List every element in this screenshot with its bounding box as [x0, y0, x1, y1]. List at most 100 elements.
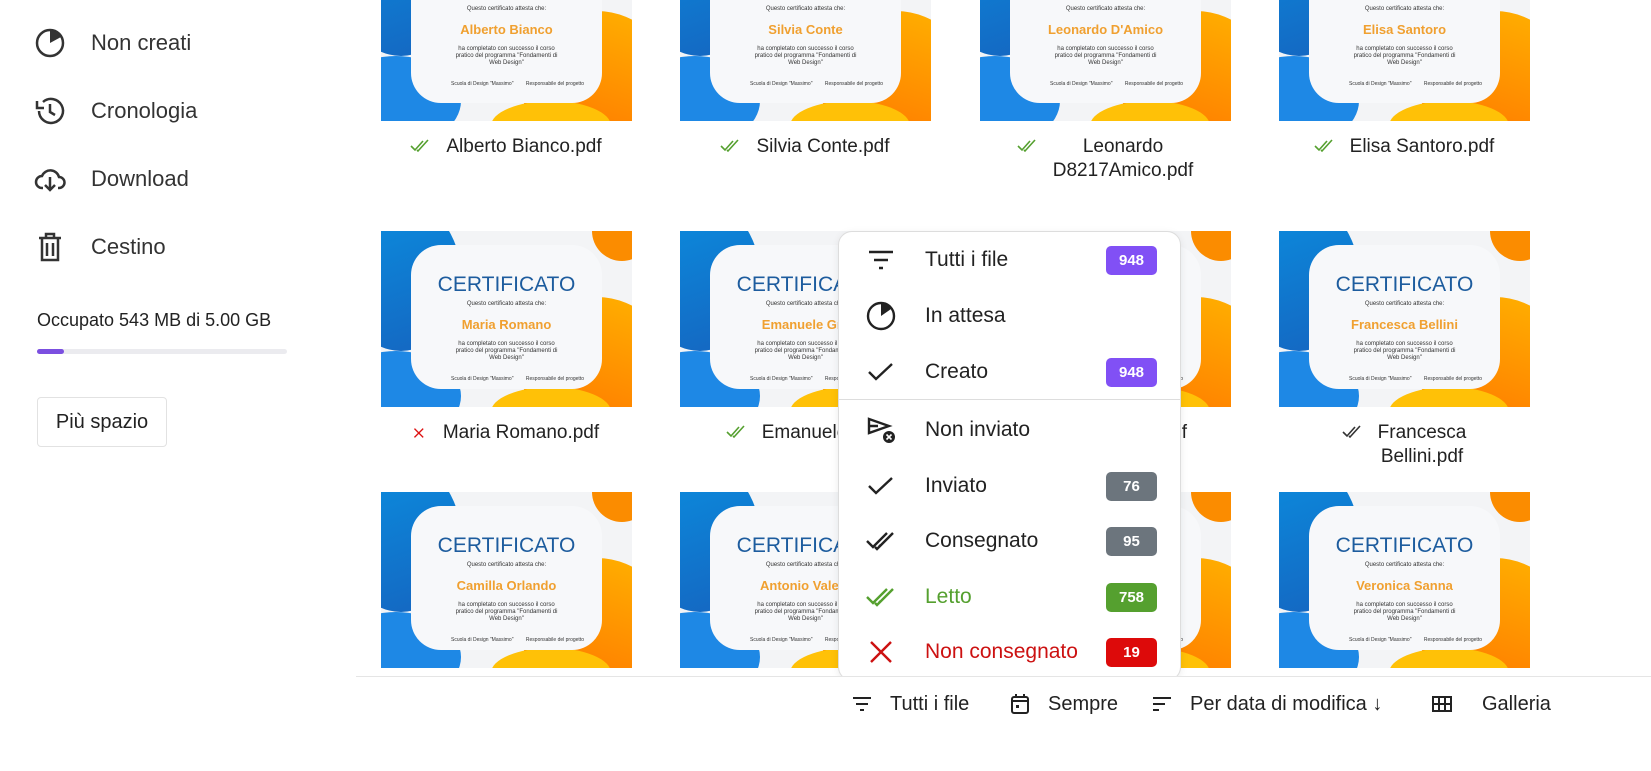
file-tile[interactable]: CERTIFICATO Questo certificato attesta c…: [973, 0, 1237, 183]
file-name: Alberto Bianco.pdf: [374, 135, 638, 159]
more-space-button[interactable]: Più spazio: [37, 397, 167, 447]
certificate-signature-left: Scuola di Design "Massimo": [451, 81, 514, 87]
certificate-body: ha completato con successo il corso prat…: [1054, 46, 1157, 66]
menu-item-tutti-i-file[interactable]: Tutti i file 948: [839, 234, 1180, 286]
certificate-title: CERTIFICATO: [437, 534, 576, 557]
sidebar-item-label: Download: [91, 166, 189, 191]
sort-label: Per data di modifica ↓: [1190, 692, 1383, 715]
file-name: Elisa Santoro.pdf: [1272, 135, 1536, 159]
view-mode-label: Galleria: [1482, 692, 1551, 715]
certificate-body: ha completato con successo il corso prat…: [1353, 341, 1456, 361]
certificate-thumbnail: CERTIFICATO Questo certificato attesta c…: [1279, 492, 1530, 668]
file-name-text: Elisa Santoro.pdf: [1349, 136, 1495, 157]
certificate-recipient: Camilla Orlando: [456, 578, 557, 593]
file-name-text: f: [1181, 422, 1187, 443]
double-check-icon: [726, 425, 745, 439]
x-icon: [413, 428, 424, 438]
certificate-title: CERTIFICATO: [1279, 0, 1530, 2]
menu-item-letto[interactable]: Letto 758: [839, 571, 1180, 623]
menu-item-label: Letto: [925, 585, 972, 608]
file-name-text: Maria Romano.pdf: [442, 422, 600, 443]
sidebar-item-label: Cestino: [91, 234, 166, 259]
certificate-thumbnail: CERTIFICATO Questo certificato attesta c…: [381, 492, 632, 668]
certificate-thumbnail: CERTIFICATO Questo certificato attesta c…: [381, 231, 632, 407]
certificate-recipient: Silvia Conte: [768, 22, 843, 37]
file-tile[interactable]: CERTIFICATO Questo certificato attesta c…: [374, 492, 638, 682]
certificate-title: CERTIFICATO: [437, 273, 576, 296]
storage-progress-bar: [37, 349, 287, 354]
certificate-recipient: Alberto Bianco: [460, 22, 553, 37]
sidebar-item-download[interactable]: Download: [34, 163, 189, 195]
certificate-recipient: Veronica Sanna: [1356, 578, 1453, 593]
menu-item-consegnato[interactable]: Consegnato 95: [839, 515, 1180, 567]
menu-item-label: Non inviato: [925, 418, 1031, 441]
file-tile[interactable]: CERTIFICATO Questo certificato attesta c…: [673, 0, 937, 159]
certificate-signature-right: Responsabile del progetto: [525, 376, 584, 382]
certificate-recipient: Elisa Santoro: [1362, 22, 1447, 37]
certificate-body: ha completato con successo il corso prat…: [754, 46, 857, 66]
sidebar-item-cestino[interactable]: Cestino: [34, 231, 166, 263]
count-badge: 95: [1106, 526, 1157, 556]
double-check-icon: [1342, 425, 1361, 439]
count-badge: 76: [1106, 471, 1157, 501]
filter-icon: [869, 250, 893, 270]
menu-item-inviato[interactable]: Inviato 76: [839, 460, 1180, 512]
menu-divider: [839, 399, 1180, 400]
sort-button[interactable]: Per data di modifica ↓: [1150, 692, 1382, 716]
filter-button[interactable]: Tutti i file: [850, 692, 969, 716]
check-icon: [868, 477, 893, 495]
count-badge: 19: [1106, 637, 1157, 667]
certificate-body: ha completato con successo il corso prat…: [455, 46, 558, 66]
certificate-thumbnail: CERTIFICATO Questo certificato attesta c…: [381, 0, 632, 121]
menu-item-label: Creato: [925, 360, 989, 383]
menu-item-non-inviato[interactable]: Non inviato: [839, 404, 1180, 456]
date-range-button[interactable]: Sempre: [1008, 692, 1118, 716]
file-tile[interactable]: CERTIFICATO Questo certificato attesta c…: [1272, 0, 1536, 159]
cloud-download-icon: [34, 169, 66, 192]
file-tile[interactable]: CERTIFICATO Questo certificato attesta c…: [1272, 492, 1536, 682]
file-tile[interactable]: CERTIFICATO Questo certificato attesta c…: [1272, 231, 1536, 469]
certificate-signature-right: Responsabile del progetto: [525, 81, 584, 87]
count-badge: 948: [1106, 357, 1157, 387]
grid-icon: [1432, 696, 1452, 712]
menu-item-creato[interactable]: Creato 948: [839, 346, 1180, 398]
menu-item-non-consegnato[interactable]: Non consegnato 19: [839, 626, 1180, 678]
certificate-subtitle: Questo certificato attesta che:: [466, 301, 547, 307]
certificate-thumbnail: CERTIFICATO Questo certificato attesta c…: [1279, 231, 1530, 407]
x-icon: [870, 641, 892, 663]
sidebar-item-cronologia[interactable]: Cronologia: [34, 95, 197, 127]
pie-clock-icon: [35, 28, 65, 58]
sidebar-item-non-creati[interactable]: Non creati: [34, 27, 191, 59]
certificate-signature-left: Scuola di Design "Massimo": [1349, 637, 1412, 643]
certificate-body: ha completato con successo il corso prat…: [1353, 602, 1456, 622]
file-tile[interactable]: CERTIFICATO Questo certificato attesta c…: [374, 231, 638, 445]
double-check-icon: [866, 588, 894, 607]
file-name-text: Alberto Bianco.pdf: [446, 136, 602, 157]
certificate-thumbnail: CERTIFICATO Questo certificato attesta c…: [680, 0, 931, 121]
menu-item-label: Consegnato: [925, 529, 1039, 552]
status-filter-menu: Tutti i file 948 In attesa Creato 948 No…: [838, 231, 1181, 681]
sidebar-item-label: Non creati: [91, 30, 192, 55]
certificate-signature-left: Scuola di Design "Massimo": [1050, 81, 1113, 87]
double-check-icon: [866, 532, 894, 551]
certificate-title: CERTIFICATO: [1335, 534, 1474, 557]
file-name: Maria Romano.pdf: [374, 421, 638, 445]
double-check-icon: [1314, 139, 1333, 153]
file-tile[interactable]: CERTIFICATO Questo certificato attesta c…: [374, 0, 638, 159]
certificate-signature-left: Scuola di Design "Massimo": [750, 376, 813, 382]
certificate-recipient: Francesca Bellini: [1351, 317, 1458, 332]
menu-item-in-attesa[interactable]: In attesa: [839, 290, 1180, 342]
certificate-subtitle: Questo certificato attesta che:: [1065, 6, 1146, 12]
certificate-signature-right: Responsabile del progetto: [824, 81, 883, 87]
file-name: Silvia Conte.pdf: [673, 135, 937, 159]
certificate-title: CERTIFICATO: [680, 0, 931, 2]
certificate-signature-left: Scuola di Design "Massimo": [750, 81, 813, 87]
certificate-recipient: Maria Romano: [461, 317, 552, 332]
certificate-subtitle: Questo certificato attesta che:: [1364, 6, 1445, 12]
certificate-signature-left: Scuola di Design "Massimo": [1349, 81, 1412, 87]
view-mode-button[interactable]: Galleria: [1430, 692, 1551, 716]
sort-icon: [1153, 697, 1171, 711]
certificate-subtitle: Questo certificato attesta che:: [1364, 562, 1445, 568]
menu-item-label: In attesa: [925, 304, 1006, 327]
send-x-icon: [867, 417, 895, 443]
